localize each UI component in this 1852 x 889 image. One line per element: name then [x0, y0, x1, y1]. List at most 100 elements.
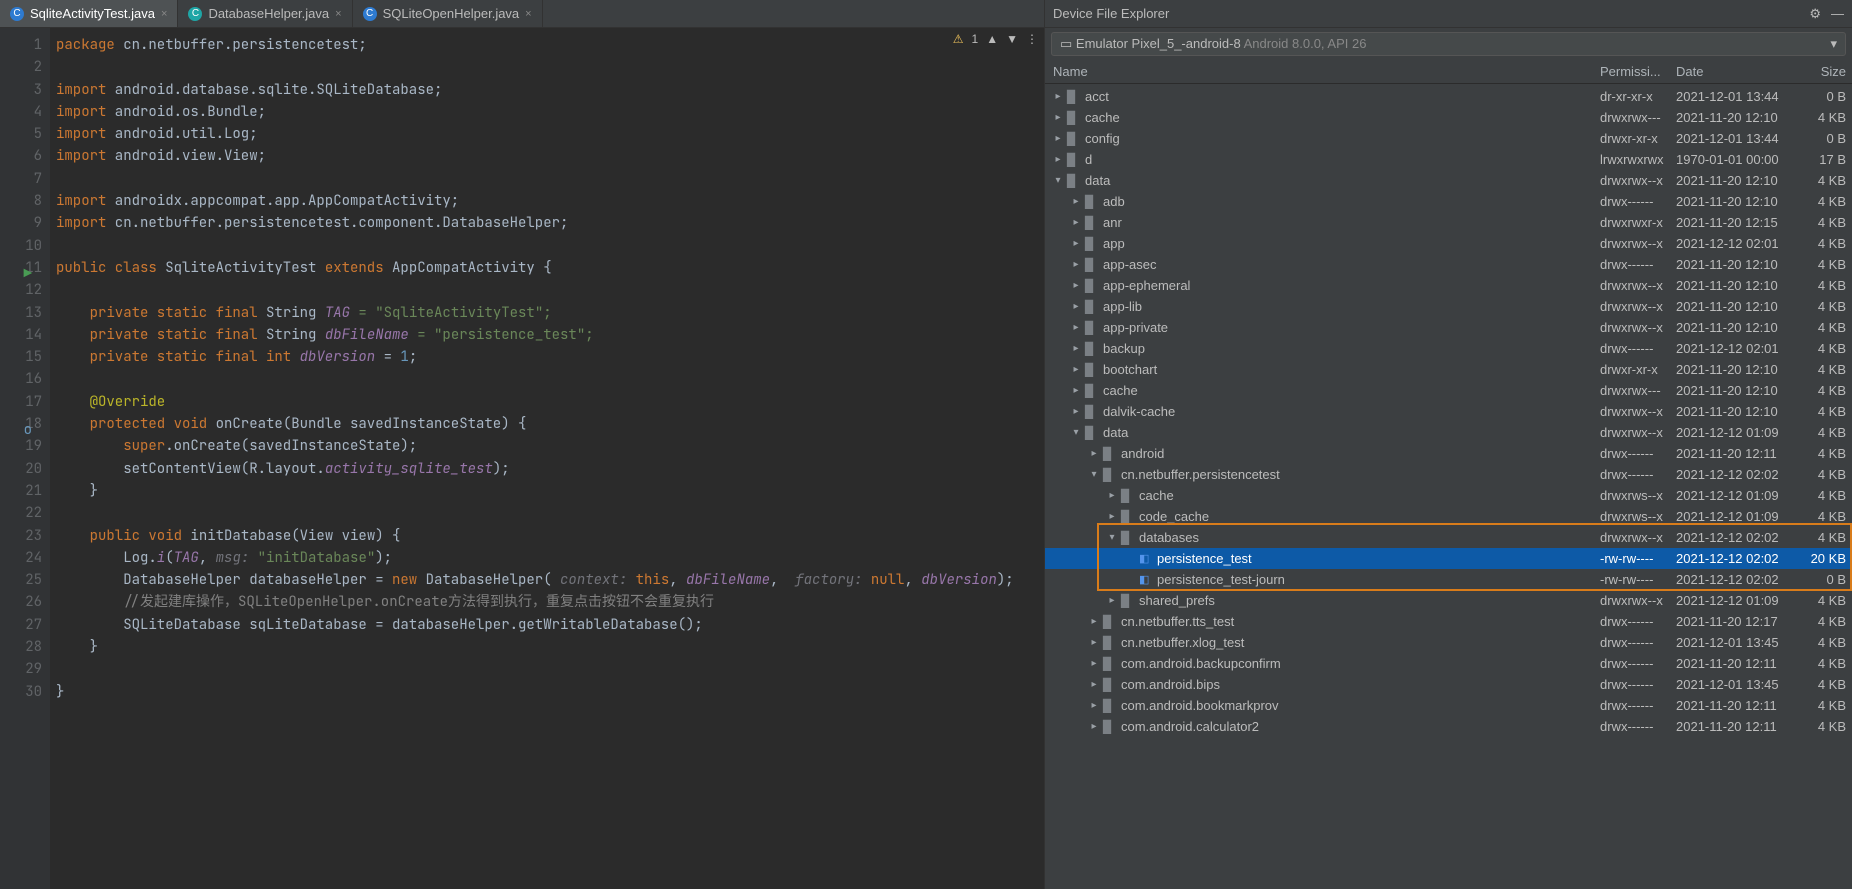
folder-row[interactable]: ▸▉appdrwxrwx--x2021-12-12 02:014 KB — [1045, 233, 1852, 254]
chevron-icon[interactable]: ▸ — [1071, 259, 1081, 270]
run-icon[interactable]: ▶ — [18, 263, 32, 277]
chevron-icon[interactable]: ▸ — [1071, 196, 1081, 207]
chevron-icon[interactable]: ▸ — [1107, 511, 1117, 522]
chevron-icon[interactable]: ▸ — [1071, 301, 1081, 312]
chevron-icon[interactable]: ▾ — [1107, 532, 1117, 543]
line-number: 15 — [0, 346, 42, 368]
folder-row[interactable]: ▸▉bootchartdrwxr-xr-x2021-11-20 12:104 K… — [1045, 359, 1852, 380]
chevron-icon[interactable]: ▸ — [1089, 721, 1099, 732]
chevron-icon[interactable]: ▸ — [1089, 616, 1099, 627]
folder-row[interactable]: ▸▉cn.netbuffer.xlog_testdrwx------2021-1… — [1045, 632, 1852, 653]
folder-row[interactable]: ▸▉anrdrwxrwxr-x2021-11-20 12:154 KB — [1045, 212, 1852, 233]
folder-row[interactable]: ▾▉cn.netbuffer.persistencetestdrwx------… — [1045, 464, 1852, 485]
chevron-icon[interactable]: ▸ — [1089, 637, 1099, 648]
folder-row[interactable]: ▸▉cachedrwxrwx---2021-11-20 12:104 KB — [1045, 380, 1852, 401]
folder-row[interactable]: ▾▉datadrwxrwx--x2021-11-20 12:104 KB — [1045, 170, 1852, 191]
inspection-status[interactable]: ⚠ 1 ▲ ▼ ⋮ — [953, 32, 1038, 46]
folder-row[interactable]: ▸▉cachedrwxrwx---2021-11-20 12:104 KB — [1045, 107, 1852, 128]
explorer-title: Device File Explorer — [1053, 6, 1169, 21]
close-icon[interactable]: × — [525, 8, 531, 20]
folder-row[interactable]: ▸▉backupdrwx------2021-12-12 02:014 KB — [1045, 338, 1852, 359]
code-area[interactable]: package cn.netbuffer.persistencetest; im… — [50, 28, 1044, 889]
file-tree[interactable]: ▸▉acctdr-xr-xr-x2021-12-01 13:440 B▸▉cac… — [1045, 84, 1852, 889]
chevron-down-icon[interactable]: ▼ — [1006, 32, 1018, 46]
size: 4 KB — [1796, 698, 1846, 713]
tab-databasehelper-java[interactable]: CDatabaseHelper.java× — [178, 0, 352, 27]
permissions: drwxr-xr-x — [1600, 362, 1676, 377]
folder-icon: ▉ — [1085, 363, 1099, 377]
tab-sqliteopenhelper-java[interactable]: CSQLiteOpenHelper.java× — [353, 0, 543, 27]
folder-row[interactable]: ▸▉app-libdrwxrwx--x2021-11-20 12:104 KB — [1045, 296, 1852, 317]
col-size[interactable]: Size — [1796, 64, 1846, 79]
chevron-icon[interactable]: ▸ — [1089, 448, 1099, 459]
tab-sqliteactivitytest-java[interactable]: CSqliteActivityTest.java× — [0, 0, 178, 27]
chevron-icon[interactable]: ▸ — [1071, 385, 1081, 396]
line-number: 28 — [0, 636, 42, 658]
file-row[interactable]: ◧persistence_test-rw-rw----2021-12-12 02… — [1045, 548, 1852, 569]
chevron-icon[interactable]: ▸ — [1089, 658, 1099, 669]
folder-row[interactable]: ▸▉acctdr-xr-xr-x2021-12-01 13:440 B — [1045, 86, 1852, 107]
folder-row[interactable]: ▸▉dlrwxrwxrwx1970-01-01 00:0017 B — [1045, 149, 1852, 170]
chevron-icon[interactable]: ▸ — [1071, 406, 1081, 417]
file-name: com.android.calculator2 — [1121, 719, 1259, 734]
chevron-icon[interactable]: ▸ — [1107, 490, 1117, 501]
size: 4 KB — [1796, 488, 1846, 503]
file-row[interactable]: ◧persistence_test-journ-rw-rw----2021-12… — [1045, 569, 1852, 590]
chevron-icon[interactable]: ▸ — [1053, 91, 1063, 102]
folder-row[interactable]: ▸▉code_cachedrwxrws--x2021-12-12 01:094 … — [1045, 506, 1852, 527]
chevron-icon[interactable]: ▸ — [1053, 133, 1063, 144]
date: 2021-11-20 12:10 — [1676, 194, 1796, 209]
chevron-icon[interactable]: ▾ — [1089, 469, 1099, 480]
chevron-icon[interactable] — [1125, 574, 1135, 585]
close-icon[interactable]: × — [161, 8, 167, 20]
folder-row[interactable]: ▸▉app-asecdrwx------2021-11-20 12:104 KB — [1045, 254, 1852, 275]
folder-row[interactable]: ▸▉androiddrwx------2021-11-20 12:114 KB — [1045, 443, 1852, 464]
col-name[interactable]: Name — [1053, 64, 1600, 79]
chevron-icon[interactable]: ▾ — [1071, 427, 1081, 438]
override-icon[interactable]: o — [18, 419, 32, 433]
chevron-icon[interactable]: ▸ — [1053, 154, 1063, 165]
chevron-icon[interactable]: ▸ — [1089, 679, 1099, 690]
folder-row[interactable]: ▾▉datadrwxrwx--x2021-12-12 01:094 KB — [1045, 422, 1852, 443]
line-number-gutter[interactable]: ▶ o 123456789101112131415161718192021222… — [0, 28, 50, 889]
permissions: drwxrwx--x — [1600, 425, 1676, 440]
chevron-icon[interactable]: ▸ — [1071, 343, 1081, 354]
chevron-icon[interactable]: ▸ — [1071, 217, 1081, 228]
size: 4 KB — [1796, 446, 1846, 461]
chevron-up-icon[interactable]: ▲ — [986, 32, 998, 46]
chevron-icon[interactable] — [1125, 553, 1135, 564]
folder-row[interactable]: ▸▉com.android.backupconfirmdrwx------202… — [1045, 653, 1852, 674]
chevron-icon[interactable]: ▸ — [1071, 280, 1081, 291]
gear-icon[interactable]: ⚙ — [1809, 6, 1821, 22]
folder-row[interactable]: ▸▉app-ephemeraldrwxrwx--x2021-11-20 12:1… — [1045, 275, 1852, 296]
chevron-icon[interactable]: ▸ — [1107, 595, 1117, 606]
file-name: backup — [1103, 341, 1145, 356]
folder-row[interactable]: ▸▉configdrwxr-xr-x2021-12-01 13:440 B — [1045, 128, 1852, 149]
chevron-icon[interactable]: ▸ — [1071, 238, 1081, 249]
folder-icon: ▉ — [1103, 699, 1117, 713]
folder-row[interactable]: ▸▉cn.netbuffer.tts_testdrwx------2021-11… — [1045, 611, 1852, 632]
line-number: 25 — [0, 569, 42, 591]
col-permissions[interactable]: Permissi... — [1600, 64, 1676, 79]
folder-row[interactable]: ▸▉dalvik-cachedrwxrwx--x2021-11-20 12:10… — [1045, 401, 1852, 422]
chevron-icon[interactable]: ▸ — [1089, 700, 1099, 711]
chevron-icon[interactable]: ▸ — [1071, 364, 1081, 375]
folder-row[interactable]: ▸▉com.android.bookmarkprovdrwx------2021… — [1045, 695, 1852, 716]
line-number: 5 — [0, 123, 42, 145]
chevron-icon[interactable]: ▸ — [1053, 112, 1063, 123]
folder-row[interactable]: ▸▉adbdrwx------2021-11-20 12:104 KB — [1045, 191, 1852, 212]
device-selector[interactable]: ▭ Emulator Pixel_5_-android-8 Android 8.… — [1051, 32, 1846, 56]
minimize-icon[interactable]: — — [1831, 6, 1844, 21]
chevron-icon[interactable]: ▾ — [1053, 175, 1063, 186]
folder-row[interactable]: ▸▉app-privatedrwxrwx--x2021-11-20 12:104… — [1045, 317, 1852, 338]
more-icon[interactable]: ⋮ — [1026, 32, 1038, 46]
folder-row[interactable]: ▸▉shared_prefsdrwxrwx--x2021-12-12 01:09… — [1045, 590, 1852, 611]
col-date[interactable]: Date — [1676, 64, 1796, 79]
folder-row[interactable]: ▸▉cachedrwxrws--x2021-12-12 01:094 KB — [1045, 485, 1852, 506]
chevron-icon[interactable]: ▸ — [1071, 322, 1081, 333]
folder-row[interactable]: ▸▉com.android.calculator2drwx------2021-… — [1045, 716, 1852, 737]
date: 2021-11-20 12:10 — [1676, 278, 1796, 293]
folder-row[interactable]: ▾▉databasesdrwxrwx--x2021-12-12 02:024 K… — [1045, 527, 1852, 548]
folder-row[interactable]: ▸▉com.android.bipsdrwx------2021-12-01 1… — [1045, 674, 1852, 695]
close-icon[interactable]: × — [335, 8, 341, 20]
